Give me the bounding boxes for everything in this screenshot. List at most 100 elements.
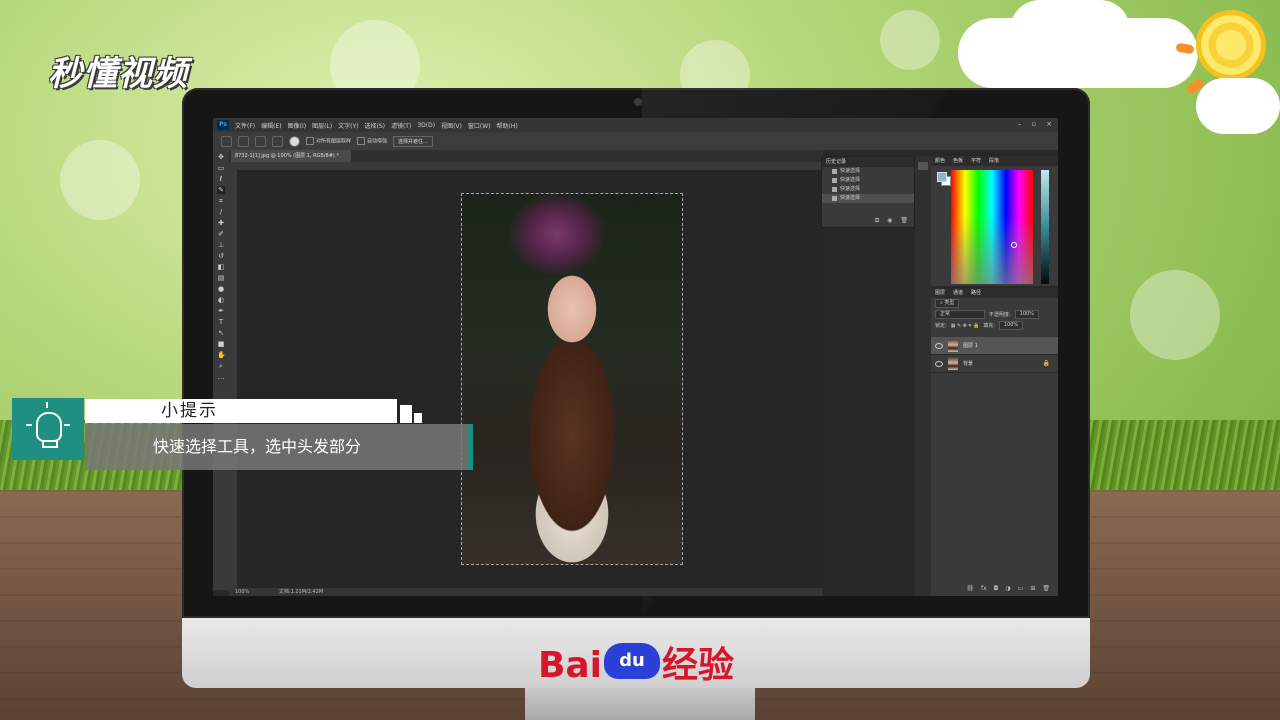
monitor-chin: Bai du 经验	[182, 618, 1090, 688]
pen-tool-icon[interactable]: ✒	[217, 307, 225, 315]
tab-layers[interactable]: 图层	[935, 288, 945, 298]
quick-select-icon	[832, 169, 837, 174]
history-brush-icon[interactable]: ↺	[217, 252, 225, 260]
group-icon[interactable]: ▭	[1018, 585, 1024, 592]
subtract-selection-icon[interactable]	[272, 135, 283, 147]
layer-style-icon[interactable]: fx	[981, 585, 987, 592]
portrait-photo[interactable]	[461, 193, 683, 565]
snapshot-icon[interactable]: ◉	[887, 217, 892, 225]
new-layer-icon[interactable]: ⊞	[1030, 585, 1035, 592]
tab-character[interactable]: 字符	[971, 156, 981, 166]
hand-tool-icon[interactable]: ✋	[217, 351, 226, 359]
tip-decoration	[400, 405, 412, 423]
menu-type[interactable]: 文字(Y)	[338, 121, 358, 130]
quick-select-preset-button[interactable]	[221, 135, 232, 147]
more-tools-icon[interactable]: …	[217, 373, 225, 381]
zoom-tool-icon[interactable]: ⌕	[217, 362, 225, 370]
new-document-from-state-icon[interactable]: ⧉	[875, 217, 879, 225]
color-spectrum[interactable]	[951, 170, 1033, 284]
tab-color[interactable]: 颜色	[935, 156, 945, 166]
tab-paths[interactable]: 路径	[971, 288, 981, 298]
trash-icon[interactable]: 🗑	[1042, 585, 1050, 592]
lock-options-icon[interactable]: ▦ ✎ ✥ ⌗ 🔒	[951, 323, 980, 329]
layer-row-selected[interactable]: 图层 1	[931, 337, 1058, 355]
layer-mask-icon[interactable]: ◘	[994, 585, 999, 592]
blend-mode-select[interactable]: 正常	[935, 310, 985, 319]
history-tab[interactable]: 历史记录	[826, 157, 846, 167]
fill-input[interactable]: 100%	[998, 321, 1024, 330]
zoom-level[interactable]: 100%	[235, 589, 249, 595]
menu-window[interactable]: 窗口(W)	[468, 121, 491, 130]
menu-filter[interactable]: 滤镜(T)	[391, 121, 411, 130]
history-item-label: 快速选择	[840, 195, 861, 201]
type-tool-icon[interactable]: T	[217, 318, 225, 326]
eyedropper-tool-icon[interactable]: ∕	[217, 208, 225, 216]
history-item[interactable]: 快速选择	[822, 167, 914, 176]
minimize-icon[interactable]: –	[1018, 120, 1022, 128]
hue-slider[interactable]	[1041, 170, 1049, 284]
path-select-tool-icon[interactable]: ↖	[217, 329, 225, 337]
history-panel-icon[interactable]	[918, 162, 928, 170]
lock-label: 锁定:	[935, 323, 947, 329]
sample-all-layers-label: 对所有图层取样	[316, 138, 352, 145]
layer-row[interactable]: 背景 🔒	[931, 355, 1058, 373]
gradient-tool-icon[interactable]: ▤	[217, 274, 225, 282]
menu-3d[interactable]: 3D(D)	[417, 122, 435, 129]
eraser-tool-icon[interactable]: ◧	[217, 263, 225, 271]
tip-icon-box	[12, 398, 84, 460]
lasso-tool-icon[interactable]: ℓ	[217, 175, 225, 183]
link-layers-icon[interactable]: ⛓	[966, 585, 974, 592]
tab-paragraph[interactable]: 段落	[989, 156, 999, 166]
menu-view[interactable]: 视图(V)	[441, 121, 462, 130]
adjustment-layer-icon[interactable]: ◑	[1005, 585, 1010, 592]
sample-all-layers-checkbox[interactable]: 对所有图层取样	[306, 137, 351, 145]
menu-edit[interactable]: 编辑(E)	[261, 121, 281, 130]
opacity-input[interactable]: 100%	[1014, 310, 1039, 319]
history-item[interactable]: 快速选择	[822, 185, 914, 194]
history-item[interactable]: 快速选择	[822, 176, 914, 185]
sun-icon	[1196, 10, 1266, 80]
document-tab[interactable]: 8732-1[1].jpg @ 100% (图层 1, RGB/8#) *	[231, 150, 351, 162]
quick-select-icon	[832, 196, 837, 201]
menu-select[interactable]: 选择(S)	[364, 121, 385, 130]
healing-tool-icon[interactable]: ✚	[217, 219, 225, 227]
color-picker-handle[interactable]	[1011, 242, 1017, 248]
marquee-tool-icon[interactable]: ▭	[217, 164, 225, 172]
lightbulb-ray	[26, 424, 32, 426]
stamp-tool-icon[interactable]: ⊥	[217, 241, 225, 249]
menu-help[interactable]: 帮助(H)	[497, 121, 518, 130]
close-icon[interactable]: ×	[1046, 120, 1052, 128]
brush-size-icon[interactable]	[289, 135, 300, 147]
shape-tool-icon[interactable]: ■	[217, 340, 225, 348]
foreground-color-swatch[interactable]	[937, 172, 947, 182]
opacity-label: 不透明度:	[989, 312, 1011, 318]
tab-swatches[interactable]: 色板	[953, 156, 963, 166]
menu-layer[interactable]: 图层(L)	[312, 121, 332, 130]
canvas-area[interactable]	[237, 170, 823, 588]
dodge-tool-icon[interactable]: ◐	[217, 296, 225, 304]
menu-bar: Ps 文件(F) 编辑(E) 图像(I) 图层(L) 文字(Y) 选择(S) 滤…	[213, 118, 1058, 132]
menu-file[interactable]: 文件(F)	[235, 121, 255, 130]
bokeh-light	[880, 10, 940, 70]
add-to-selection-icon[interactable]	[255, 135, 266, 147]
menu-image[interactable]: 图像(I)	[288, 121, 306, 130]
baidu-logo-right: 经验	[662, 645, 735, 686]
brush-tool-icon[interactable]: ✐	[217, 230, 225, 238]
layer-filter-select[interactable]: ⌕ 类型	[935, 299, 960, 308]
move-tool-icon[interactable]: ✥	[217, 153, 225, 161]
quick-select-tool-icon[interactable]: ✎	[217, 186, 225, 194]
restore-icon[interactable]: ▫	[1031, 120, 1036, 128]
tab-channels[interactable]: 通道	[953, 288, 963, 298]
baidu-jingyan-logo: Bai du 经验	[182, 636, 1090, 688]
eye-icon[interactable]	[935, 342, 943, 349]
lightbulb-ray	[46, 402, 48, 408]
auto-enhance-checkbox[interactable]: 自动增强	[357, 137, 387, 145]
layer-thumbnail	[948, 339, 958, 352]
trash-icon[interactable]: 🗑	[900, 217, 908, 225]
new-selection-icon[interactable]	[238, 135, 249, 147]
crop-tool-icon[interactable]: ⌗	[217, 197, 225, 205]
eye-icon[interactable]	[935, 360, 943, 367]
select-and-mask-button[interactable]: 选择并遮住...	[393, 135, 433, 147]
history-item-selected[interactable]: 快速选择	[822, 194, 914, 203]
blur-tool-icon[interactable]: ●	[217, 285, 225, 293]
